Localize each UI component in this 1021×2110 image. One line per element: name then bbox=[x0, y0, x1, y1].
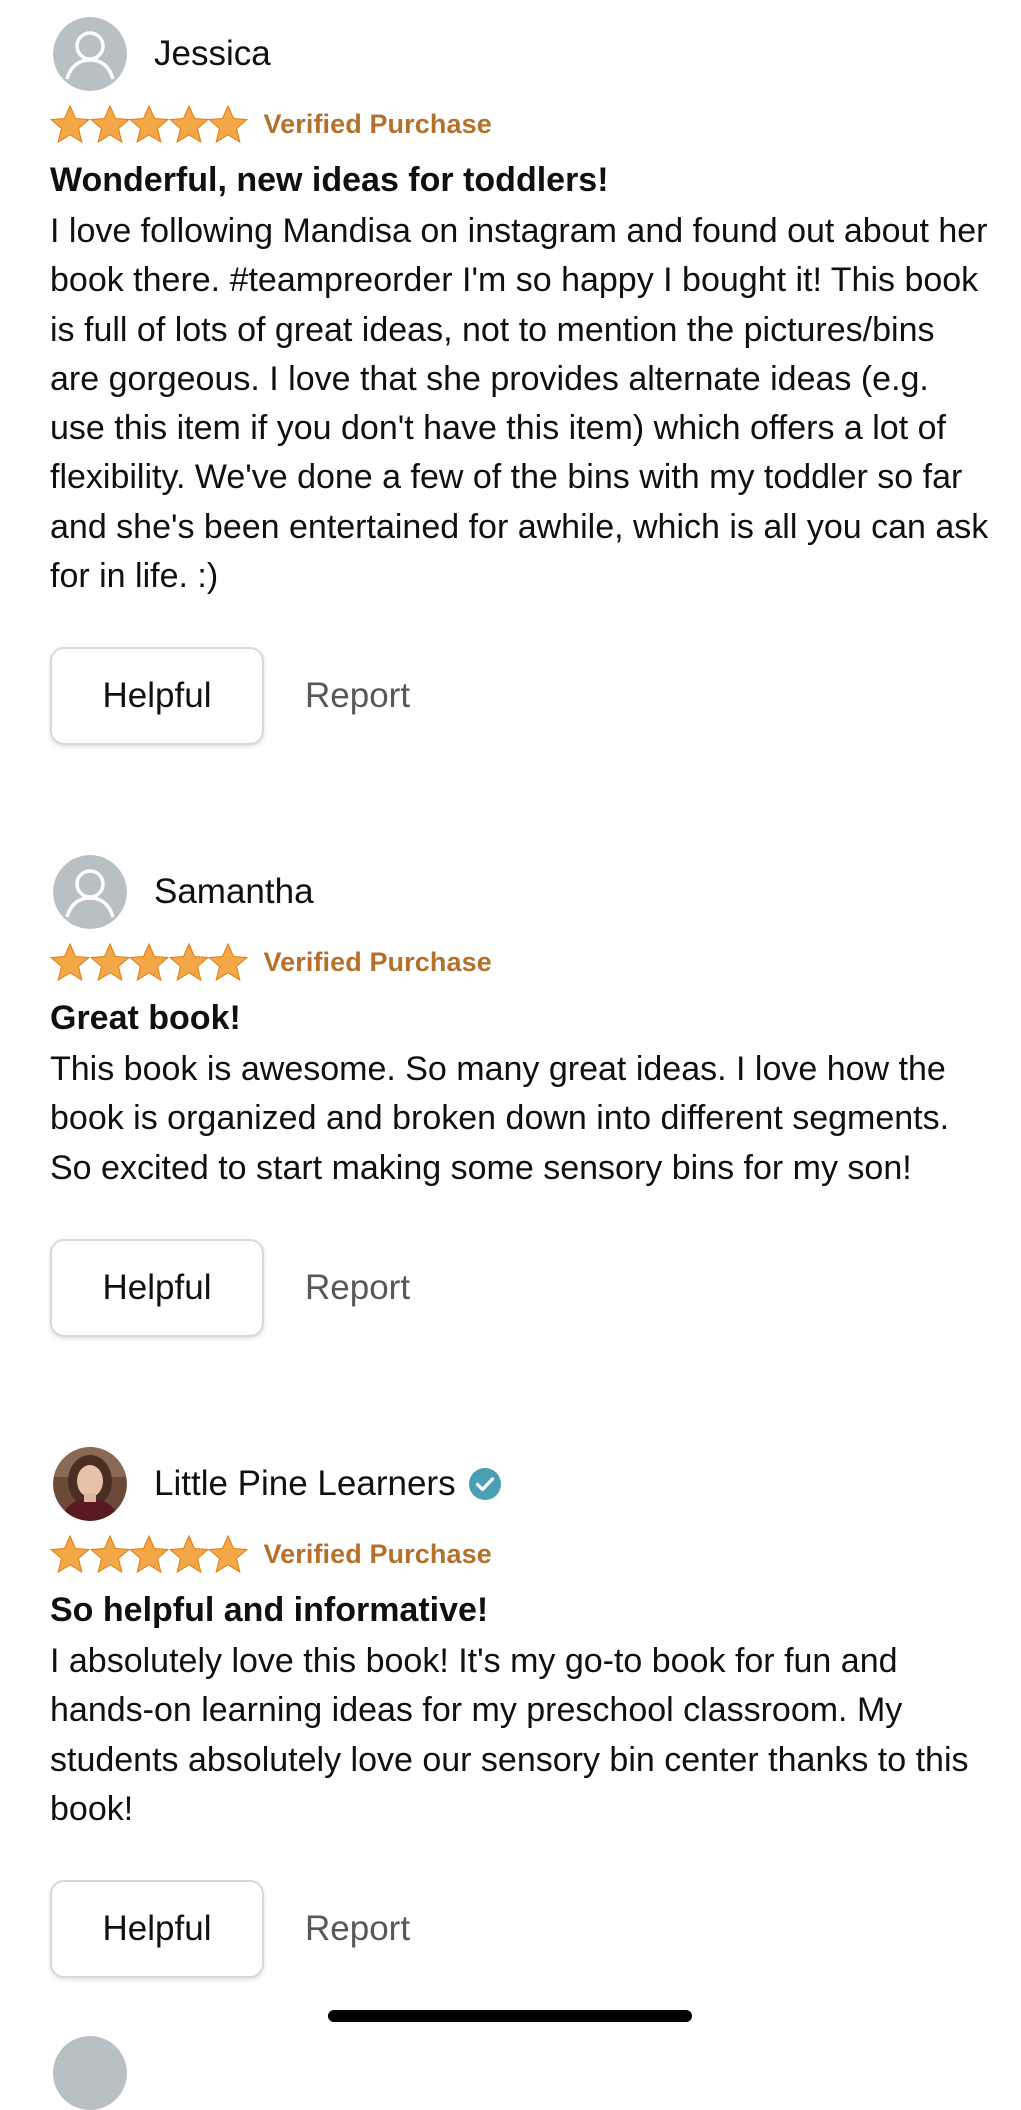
review-card: Jessica Verified Purchase Wonderful, new… bbox=[50, 16, 988, 746]
rating-row: Verified Purchase bbox=[50, 942, 980, 982]
star-icon bbox=[50, 105, 90, 143]
check-badge-icon bbox=[468, 1468, 501, 1500]
star-icon bbox=[208, 943, 248, 981]
helpful-button[interactable]: Helpful bbox=[50, 1880, 264, 1979]
review-title: So helpful and informative! bbox=[50, 1591, 489, 1629]
default-user-icon[interactable] bbox=[53, 855, 127, 929]
helpful-button[interactable]: Helpful bbox=[50, 647, 264, 746]
star-icon bbox=[168, 943, 209, 981]
home-indicator[interactable] bbox=[328, 2010, 692, 2022]
star-icon bbox=[208, 1535, 248, 1573]
five-star-rating bbox=[50, 943, 248, 981]
reviewer-name[interactable]: Little Pine Learners bbox=[154, 1464, 456, 1504]
default-user-icon[interactable] bbox=[53, 2036, 127, 2110]
review-title: Wonderful, new ideas for toddlers! bbox=[50, 161, 609, 199]
reviewer-header: Samantha bbox=[50, 854, 980, 930]
star-icon bbox=[168, 1535, 209, 1573]
report-link[interactable]: Report bbox=[305, 676, 410, 716]
review-body: I love following Mandisa on instagram an… bbox=[50, 212, 989, 596]
review-body: This book is awesome. So many great idea… bbox=[50, 1050, 950, 1187]
star-icon bbox=[89, 943, 130, 981]
star-icon bbox=[50, 943, 90, 981]
verified-purchase-label: Verified Purchase bbox=[263, 1538, 492, 1569]
star-icon bbox=[168, 105, 209, 143]
five-star-rating bbox=[50, 1535, 248, 1573]
review-actions: Helpful Report bbox=[50, 1880, 980, 1979]
report-link[interactable]: Report bbox=[305, 1268, 410, 1308]
star-icon bbox=[129, 1535, 169, 1573]
reviewer-name[interactable]: Jessica bbox=[154, 34, 271, 74]
verified-purchase-label: Verified Purchase bbox=[263, 108, 492, 139]
rating-row: Verified Purchase bbox=[50, 1534, 980, 1574]
star-icon bbox=[89, 1535, 130, 1573]
review-title: Great book! bbox=[50, 999, 241, 1037]
report-link[interactable]: Report bbox=[305, 1909, 410, 1949]
rating-row: Verified Purchase bbox=[50, 104, 980, 144]
star-icon bbox=[89, 105, 130, 143]
star-icon bbox=[129, 943, 169, 981]
profile-photo[interactable] bbox=[53, 1447, 127, 1521]
star-icon bbox=[50, 1535, 90, 1573]
verified-purchase-label: Verified Purchase bbox=[263, 946, 492, 977]
review-actions: Helpful Report bbox=[50, 1238, 980, 1337]
five-star-rating bbox=[50, 105, 248, 143]
reviewer-name[interactable]: Samantha bbox=[154, 872, 314, 912]
review-card: Little Pine Learners Verified Purchase S… bbox=[50, 1446, 980, 1979]
reviewer-header: Jessica bbox=[50, 16, 980, 92]
helpful-button[interactable]: Helpful bbox=[50, 1238, 264, 1337]
review-card: Samantha Verified Purchase Great book! T… bbox=[50, 854, 980, 1337]
star-icon bbox=[129, 105, 169, 143]
review-actions: Helpful Report bbox=[50, 647, 980, 746]
default-user-icon[interactable] bbox=[53, 17, 127, 91]
star-icon bbox=[208, 105, 248, 143]
reviewer-header: Little Pine Learners bbox=[50, 1446, 980, 1522]
review-body: I absolutely love this book! It's my go-… bbox=[50, 1642, 969, 1828]
